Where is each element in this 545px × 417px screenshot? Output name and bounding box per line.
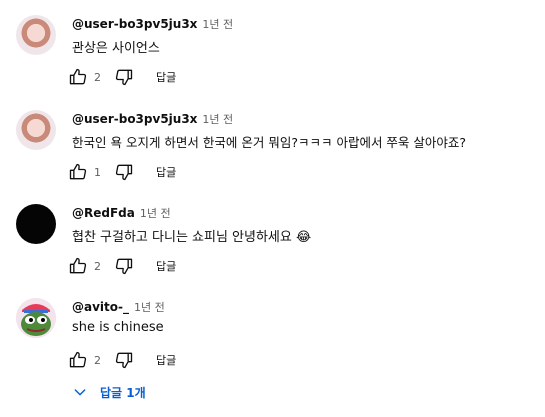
comment-actions: 1 답글	[66, 160, 176, 184]
like-count: 1	[94, 165, 101, 179]
reply-button[interactable]: 답글	[156, 258, 176, 274]
avatar[interactable]	[16, 110, 56, 150]
like-button[interactable]	[66, 348, 90, 372]
thumbs-down-icon	[115, 258, 133, 275]
thumbs-up-icon	[69, 351, 87, 368]
dislike-button[interactable]	[112, 348, 136, 372]
like-count: 2	[94, 259, 101, 273]
comment-text: 관상은 사이언스	[72, 41, 160, 56]
view-replies-label: 답글 1개	[100, 385, 146, 400]
comment-time[interactable]: 1년 전	[140, 205, 171, 221]
thumbs-down-icon	[115, 352, 133, 369]
comment-meta: @avito-_ 1년 전	[72, 298, 165, 316]
comment-time[interactable]: 1년 전	[202, 16, 233, 32]
comment-author[interactable]: @RedFda	[72, 206, 135, 220]
comment-meta: @user-bo3pv5ju3x 1년 전	[72, 110, 233, 128]
avatar[interactable]	[16, 204, 56, 244]
chevron-down-icon	[74, 389, 86, 396]
comment: @user-bo3pv5ju3x 1년 전 관상은 사이언스 2 답글	[0, 15, 545, 109]
comment-actions: 2 답글	[66, 65, 176, 89]
comment-text: she is chinese	[72, 320, 164, 335]
comment-author[interactable]: @user-bo3pv5ju3x	[72, 17, 197, 31]
thumbs-up-icon	[69, 257, 87, 274]
avatar[interactable]	[16, 15, 56, 55]
comment-time[interactable]: 1년 전	[202, 111, 233, 127]
comment-actions: 2 답글	[66, 348, 176, 372]
reply-button[interactable]: 답글	[156, 164, 176, 180]
thumbs-down-icon	[115, 164, 133, 181]
comment-author[interactable]: @user-bo3pv5ju3x	[72, 112, 197, 126]
reply-button[interactable]: 답글	[156, 352, 176, 368]
like-button[interactable]	[66, 254, 90, 278]
like-count: 2	[94, 70, 101, 84]
comment-author[interactable]: @avito-_	[72, 300, 129, 314]
comment: @avito-_ 1년 전 she is chinese 2 답글	[0, 298, 545, 392]
comment-text: 한국인 욕 오지게 하면서 한국에 온거 뭐임?ㅋㅋㅋ 아랍에서 쭈욱 살아야죠…	[72, 135, 467, 150]
like-button[interactable]	[66, 160, 90, 184]
comment-meta: @RedFda 1년 전	[72, 204, 171, 222]
frog-avatar-icon	[16, 298, 56, 338]
dislike-button[interactable]	[112, 254, 136, 278]
dislike-button[interactable]	[112, 160, 136, 184]
comment: @RedFda 1년 전 협찬 구걸하고 다니는 쇼피님 안녕하세요 😂 2 답…	[0, 204, 545, 298]
comment-actions: 2 답글	[66, 254, 176, 278]
thumbs-up-icon	[69, 163, 87, 180]
dislike-button[interactable]	[112, 65, 136, 89]
like-button[interactable]	[66, 65, 90, 89]
view-replies-button[interactable]: 답글 1개	[72, 380, 146, 404]
thumbs-up-icon	[69, 68, 87, 85]
avatar[interactable]	[16, 298, 56, 338]
comment-meta: @user-bo3pv5ju3x 1년 전	[72, 15, 233, 33]
comment-text: 협찬 구걸하고 다니는 쇼피님 안녕하세요 😂	[72, 230, 312, 245]
comment: @user-bo3pv5ju3x 1년 전 한국인 욕 오지게 하면서 한국에 …	[0, 110, 545, 204]
comment-time[interactable]: 1년 전	[134, 299, 165, 315]
like-count: 2	[94, 353, 101, 367]
thumbs-down-icon	[115, 69, 133, 86]
reply-button[interactable]: 답글	[156, 69, 176, 85]
